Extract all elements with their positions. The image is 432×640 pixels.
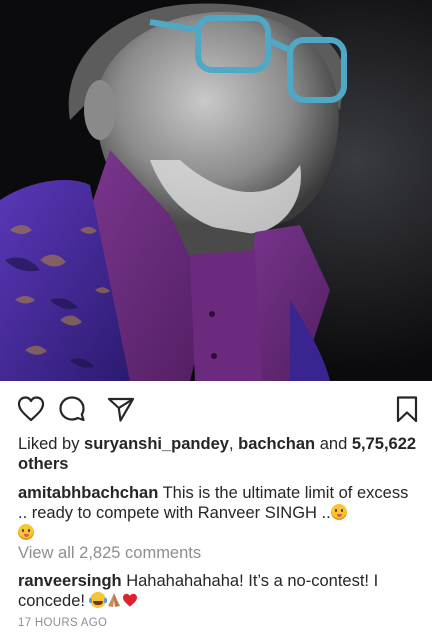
likes-prefix: Liked by [18,435,85,453]
likes-summary: Liked by suryanshi_pandey, bachchan and … [18,434,418,474]
post-timestamp: 17 HOURS AGO [18,617,108,629]
likes-and: and [315,435,352,453]
pray-emoji-icon [106,592,122,608]
post-caption: amitabhbachchan This is the ultimate lim… [18,483,418,543]
comment-icon[interactable] [57,394,87,424]
caption-username-link[interactable]: amitabhbachchan [18,484,158,502]
yum-emoji-icon [18,524,34,540]
likes-separator: , [228,435,239,453]
joy-emoji-icon [88,592,106,608]
liked-by-user-link[interactable]: suryanshi_pandey [84,435,229,453]
comment-username-link[interactable]: ranveersingh [18,572,122,590]
comment-item: ranveersingh Hahahahahaha! It’s a no-con… [18,571,418,611]
post-action-bar [0,388,432,428]
heart-icon[interactable] [16,394,46,424]
yum-emoji-icon [330,504,347,520]
post-photo[interactable] [0,0,432,381]
share-icon[interactable] [106,394,136,424]
liked-by-user-link[interactable]: bachchan [238,435,315,453]
view-all-comments-link[interactable]: View all 2,825 comments [18,543,201,563]
heart-emoji-icon [122,592,138,608]
post-image [0,0,432,381]
bookmark-icon[interactable] [392,394,422,424]
